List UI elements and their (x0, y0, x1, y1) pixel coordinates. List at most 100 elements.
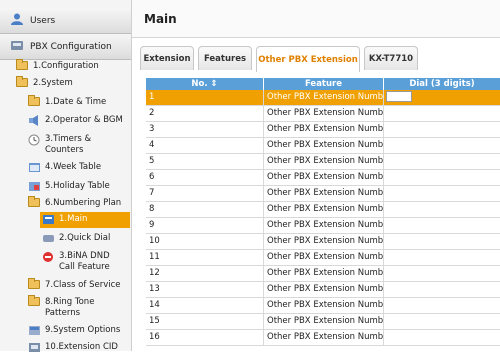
tree-item-operator-bgm[interactable]: 2.Operator & BGM (28, 114, 123, 127)
cell-dial[interactable] (384, 250, 500, 265)
options-icon (28, 325, 41, 336)
cell-dial[interactable] (384, 202, 500, 217)
cell-dial[interactable] (384, 138, 500, 153)
cell-no: 8 (146, 202, 264, 217)
page-title: Main (144, 12, 177, 26)
cell-no: 11 (146, 250, 264, 265)
tab-extension[interactable]: Extension (140, 46, 194, 70)
tree-item-timers-counters-cont[interactable]: Counters (45, 144, 83, 157)
cell-feature: Other PBX Extension Numbering (264, 266, 384, 281)
cell-dial[interactable] (384, 170, 500, 185)
cell-no: 14 (146, 298, 264, 313)
tree-item-system[interactable]: 2.System (16, 76, 73, 90)
tree-item-date-time[interactable]: 1.Date & Time (28, 95, 107, 109)
tab-kx-t7710[interactable]: KX-T7710 (364, 46, 418, 70)
column-header-no[interactable]: No. ⇕ (146, 78, 264, 90)
tree-item-numbering-plan[interactable]: 6.Numbering Plan (28, 196, 121, 210)
table-row[interactable]: 10Other PBX Extension Numbering (146, 234, 500, 250)
column-header-dial[interactable]: Dial (3 digits) (384, 78, 500, 90)
folder-icon (16, 59, 29, 72)
tree-item-label: 4.Week Table (45, 162, 102, 172)
table-row[interactable]: 15Other PBX Extension Numbering (146, 314, 500, 330)
tab-label: Other PBX Extension (258, 54, 358, 65)
cell-no: 5 (146, 154, 264, 169)
table-icon (28, 162, 41, 173)
tab-label: Features (203, 53, 247, 64)
cell-no: 10 (146, 234, 264, 249)
tree-item-label: 10.Extension CID (45, 342, 118, 352)
table-row[interactable]: 5Other PBX Extension Numbering (146, 154, 500, 170)
cell-dial[interactable] (384, 234, 500, 249)
tree-item-label: Patterns (45, 308, 81, 318)
dial-input[interactable] (386, 91, 412, 102)
tree-item-bina-dnd-cont[interactable]: Call Feature (59, 261, 110, 274)
cell-dial[interactable] (384, 154, 500, 169)
table-row[interactable]: 11Other PBX Extension Numbering (146, 250, 500, 266)
pbx-config-label: PBX Configuration (30, 41, 112, 52)
cell-no: 4 (146, 138, 264, 153)
tree-item-system-options[interactable]: 9.System Options (28, 324, 120, 337)
cell-feature: Other PBX Extension Numbering (264, 138, 384, 153)
tree-item-week-table[interactable]: 4.Week Table (28, 161, 101, 174)
quick-dial-icon (42, 233, 55, 244)
tree-item-label: 2.Quick Dial (59, 233, 111, 243)
table-row[interactable]: 3Other PBX Extension Numbering (146, 122, 500, 138)
sidebar: Users PBX Configuration 1.Configuration … (0, 0, 132, 354)
cell-dial[interactable] (384, 90, 500, 105)
table-row[interactable]: 9Other PBX Extension Numbering (146, 218, 500, 234)
speaker-icon (28, 115, 41, 126)
cell-feature: Other PBX Extension Numbering (264, 122, 384, 137)
tree-item-label: Counters (45, 145, 84, 155)
table-row[interactable]: 12Other PBX Extension Numbering (146, 266, 500, 282)
cell-dial[interactable] (384, 106, 500, 121)
cell-feature: Other PBX Extension Numbering (264, 330, 384, 345)
table-row[interactable]: 7Other PBX Extension Numbering (146, 186, 500, 202)
tree-item-label: 7.Class of Service (45, 280, 121, 290)
folder-icon (28, 278, 41, 291)
folder-icon (28, 295, 41, 308)
cell-dial[interactable] (384, 298, 500, 313)
cell-no: 12 (146, 266, 264, 281)
tree-item-extension-cid[interactable]: 10.Extension CID (28, 341, 118, 354)
tree-item-label: Call Feature (59, 262, 110, 272)
table-row[interactable]: 1Other PBX Extension Numbering (146, 90, 500, 106)
cell-dial[interactable] (384, 266, 500, 281)
table-row[interactable]: 13Other PBX Extension Numbering (146, 282, 500, 298)
table-row[interactable]: 4Other PBX Extension Numbering (146, 138, 500, 154)
cell-dial[interactable] (384, 330, 500, 345)
cell-feature: Other PBX Extension Numbering (264, 234, 384, 249)
tree-item-configuration[interactable]: 1.Configuration (16, 59, 99, 73)
cell-dial[interactable] (384, 314, 500, 329)
cell-dial[interactable] (384, 282, 500, 297)
table-row[interactable]: 6Other PBX Extension Numbering (146, 170, 500, 186)
tree-item-quick-dial[interactable]: 2.Quick Dial (42, 232, 110, 245)
cell-feature: Other PBX Extension Numbering (264, 186, 384, 201)
pbx-config-section-header[interactable]: PBX Configuration (0, 34, 131, 60)
tab-features[interactable]: Features (198, 46, 252, 70)
cell-dial[interactable] (384, 186, 500, 201)
tree-item-holiday-table[interactable]: 5.Holiday Table (28, 180, 110, 193)
calendar-icon (28, 181, 41, 192)
cell-dial[interactable] (384, 218, 500, 233)
cell-no: 15 (146, 314, 264, 329)
tree-item-main[interactable]: 1.Main (40, 212, 130, 228)
tree-item-label: 1.Date & Time (45, 97, 107, 107)
cell-feature: Other PBX Extension Numbering (264, 170, 384, 185)
timer-icon (28, 134, 41, 146)
table-row[interactable]: 14Other PBX Extension Numbering (146, 298, 500, 314)
extension-icon (28, 342, 41, 353)
tree-item-ring-tone-cont[interactable]: Patterns (45, 307, 80, 320)
cell-dial[interactable] (384, 122, 500, 137)
tree-item-label: 2.System (33, 78, 73, 88)
cell-feature: Other PBX Extension Numbering (264, 90, 384, 105)
table-row[interactable]: 8Other PBX Extension Numbering (146, 202, 500, 218)
tree-item-class-of-service[interactable]: 7.Class of Service (28, 278, 121, 292)
grid-header: No. ⇕ Feature Dial (3 digits) (146, 78, 500, 90)
column-header-feature[interactable]: Feature (264, 78, 384, 90)
cell-no: 9 (146, 218, 264, 233)
tab-other-pbx-extension[interactable]: Other PBX Extension (256, 46, 360, 72)
cell-feature: Other PBX Extension Numbering (264, 298, 384, 313)
table-row[interactable]: 16Other PBX Extension Numbering (146, 330, 500, 346)
users-section-header[interactable]: Users (0, 8, 131, 34)
table-row[interactable]: 2Other PBX Extension Numbering (146, 106, 500, 122)
